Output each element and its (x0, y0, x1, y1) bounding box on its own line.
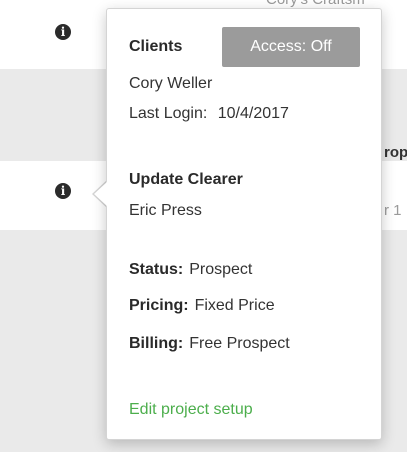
pricing-label: Pricing: (129, 297, 189, 314)
background-right-text: rop (384, 144, 407, 161)
last-login-label: Last Login: (129, 105, 208, 122)
billing-value: Free Prospect (189, 335, 290, 352)
clients-heading: Clients (129, 38, 183, 55)
status-row: Status: Prospect (129, 261, 252, 279)
edit-project-setup-link[interactable]: Edit project setup (129, 401, 253, 419)
pricing-value: Fixed Price (194, 297, 275, 314)
info-icon[interactable]: i (55, 24, 71, 40)
status-value: Prospect (189, 261, 253, 278)
clearer-name: Eric Press (129, 202, 202, 219)
background-right-text-2: r 1 (384, 202, 402, 219)
project-info-popover: Clients Access: Off Cory Weller Last Log… (106, 8, 382, 440)
billing-row: Billing: Free Prospect (129, 335, 290, 353)
info-icon[interactable]: i (55, 183, 71, 199)
last-login-row: Last Login: 10/4/2017 (129, 105, 289, 123)
update-clearer-heading: Update Clearer (129, 171, 243, 188)
popover-caret-fill (94, 181, 108, 207)
billing-label: Billing: (129, 335, 184, 352)
access-toggle-button[interactable]: Access: Off (222, 27, 360, 67)
pricing-row: Pricing: Fixed Price (129, 297, 275, 315)
background-project-name: Cory's Craftsm (266, 0, 365, 8)
status-label: Status: (129, 261, 184, 278)
last-login-value: 10/4/2017 (217, 105, 289, 122)
client-name: Cory Weller (129, 75, 213, 92)
